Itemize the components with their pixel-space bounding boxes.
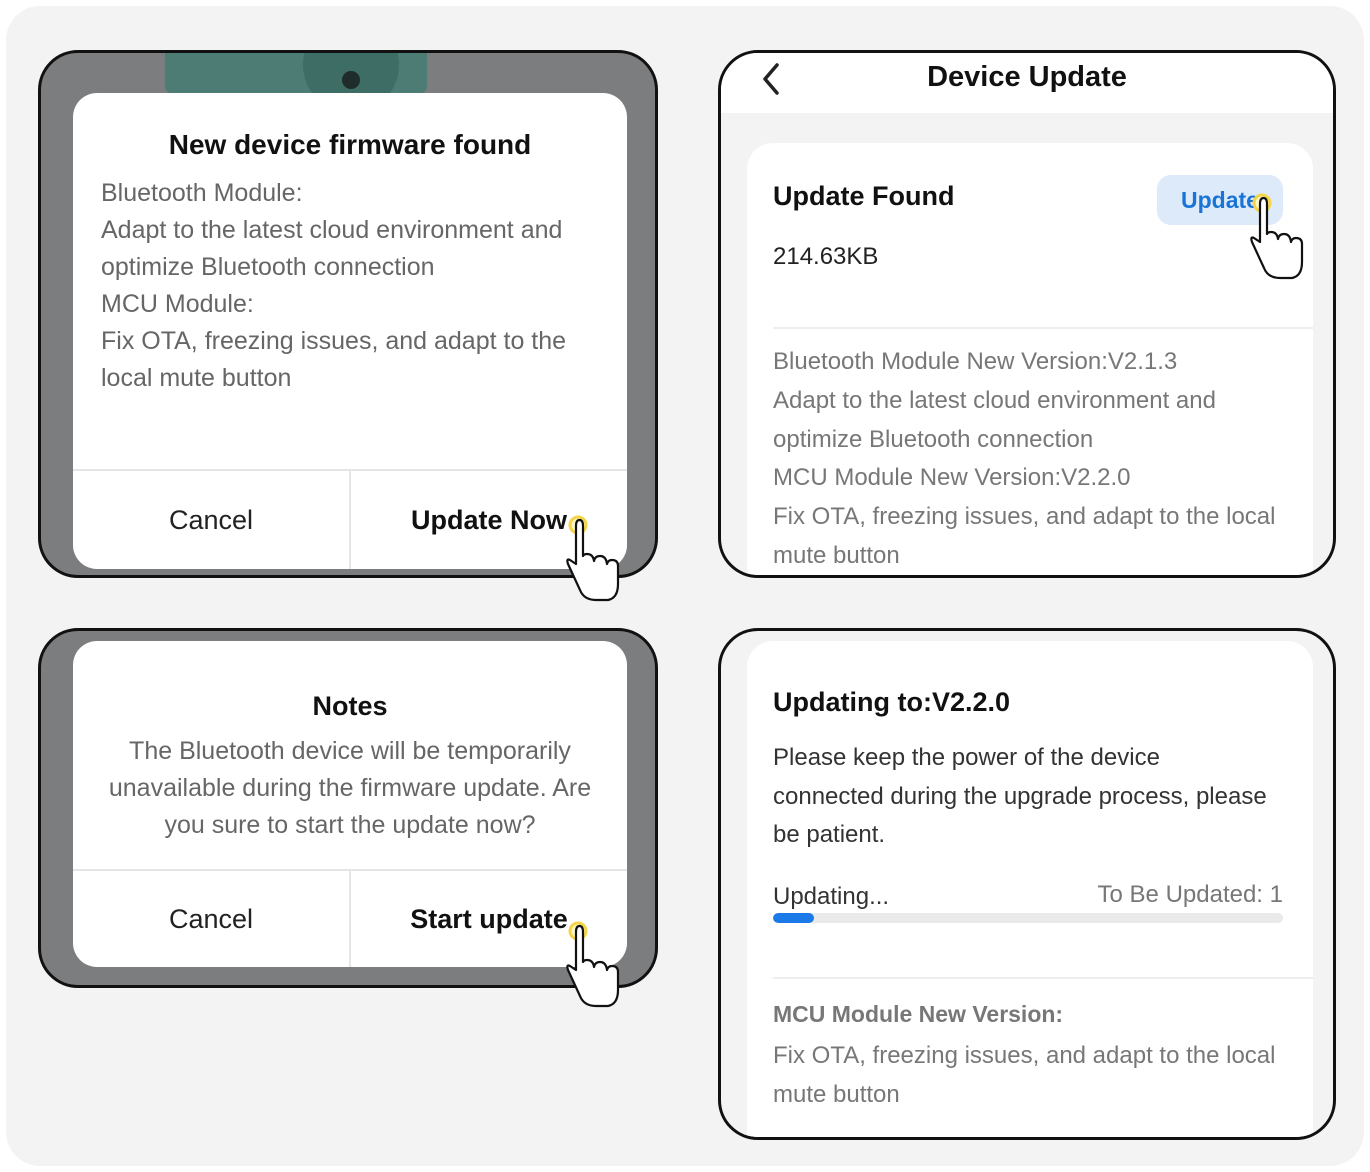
dialog-line: Adapt to the latest cloud environment an… <box>101 216 563 244</box>
progress-fill <box>773 913 814 923</box>
note-line: MCU Module New Version:V2.2.0 <box>773 464 1131 492</box>
remaining-count: To Be Updated: 1 <box>1097 881 1283 908</box>
notes-dialog: Notes The Bluetooth device will be tempo… <box>73 641 627 967</box>
progress-bar <box>773 913 1283 923</box>
update-card: Update Found 214.63KB Update Bluetooth M… <box>747 143 1313 575</box>
mcu-version-title: MCU Module New Version: <box>773 1001 1064 1027</box>
updating-status: Updating... <box>773 883 890 910</box>
release-notes: Bluetooth Module New Version:V2.1.3 Adap… <box>773 343 1293 575</box>
nav-bar: Device Update <box>721 53 1333 113</box>
dialog-line: local mute button <box>101 364 292 392</box>
note-line: mute button <box>773 1080 900 1108</box>
note-line: Fix OTA, freezing issues, and adapt to t… <box>773 503 1276 531</box>
page-title: Device Update <box>927 61 1127 93</box>
dialog-body: The Bluetooth device will be temporarily… <box>108 737 592 839</box>
updating-card: Updating to:V2.2.0 Please keep the power… <box>747 641 1313 1137</box>
dialog-body: Bluetooth Module: Adapt to the latest cl… <box>101 175 599 397</box>
note-line: Bluetooth Module New Version:V2.1.3 <box>773 348 1178 375</box>
dialog-buttons: Cancel Start update <box>73 869 627 967</box>
dialog-line: Fix OTA, freezing issues, and adapt to t… <box>101 327 567 355</box>
background-device-dot <box>342 71 360 89</box>
notes-dialog-screen: Notes The Bluetooth device will be tempo… <box>38 628 658 988</box>
cancel-button[interactable]: Cancel <box>73 871 349 967</box>
dialog-line: optimize Bluetooth connection <box>101 253 435 281</box>
note-line: Adapt to the latest cloud environment an… <box>773 386 1216 414</box>
firmware-dialog: New device firmware found Bluetooth Modu… <box>73 93 627 569</box>
dialog-line: Bluetooth Module: <box>101 179 303 207</box>
dialog-title: New device firmware found <box>168 129 532 160</box>
cancel-button[interactable]: Cancel <box>73 471 349 569</box>
updating-description: Please keep the power of the device conn… <box>773 744 1267 848</box>
note-line: mute button <box>773 541 900 569</box>
file-size: 214.63KB <box>773 243 879 270</box>
note-line: optimize Bluetooth connection <box>773 425 1094 453</box>
mcu-notes: Fix OTA, freezing issues, and adapt to t… <box>773 1037 1293 1114</box>
divider <box>773 977 1313 979</box>
dialog-title: Notes <box>312 691 388 721</box>
dialog-line: MCU Module: <box>101 290 254 318</box>
card-title: Update Found <box>773 181 955 211</box>
device-update-screen: Device Update Update Found 214.63KB Upda… <box>718 50 1336 578</box>
updating-title: Updating to:V2.2.0 <box>773 687 1011 717</box>
hand-pointer-icon <box>1250 193 1304 280</box>
note-line: Fix OTA, freezing issues, and adapt to t… <box>773 1042 1276 1069</box>
hand-pointer-icon <box>566 515 620 602</box>
divider <box>773 327 1313 329</box>
updating-screen: Updating to:V2.2.0 Please keep the power… <box>718 628 1336 1140</box>
firmware-dialog-screen: New device firmware found Bluetooth Modu… <box>38 50 658 578</box>
dialog-buttons: Cancel Update Now <box>73 469 627 569</box>
hand-pointer-icon <box>566 921 620 1008</box>
